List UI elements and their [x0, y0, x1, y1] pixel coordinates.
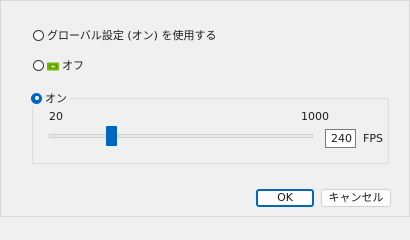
off-radio[interactable]: [33, 59, 44, 71]
frame-rate-slider-thumb[interactable]: [106, 126, 117, 146]
slider-min-label: 20: [49, 110, 63, 123]
ok-button[interactable]: OK: [256, 189, 314, 207]
on-label: オン: [45, 92, 67, 105]
fps-input[interactable]: 240: [325, 129, 356, 148]
off-option[interactable]: オフ: [33, 57, 84, 73]
cancel-button[interactable]: キャンセル: [321, 189, 391, 207]
frame-rate-dialog: グローバル設定 (オン) を使用する オフ オン 20 1000 240 FPS…: [0, 0, 410, 217]
global-setting-option[interactable]: グローバル設定 (オン) を使用する: [33, 27, 216, 43]
frame-rate-slider-track[interactable]: [49, 134, 313, 138]
global-setting-radio[interactable]: [33, 29, 44, 41]
off-label: オフ: [62, 59, 84, 72]
global-setting-label: グローバル設定 (オン) を使用する: [47, 29, 217, 42]
fps-unit-label: FPS: [363, 132, 383, 145]
on-radio[interactable]: [31, 92, 42, 104]
on-option[interactable]: オン: [31, 90, 70, 106]
gpu-card-icon: [47, 61, 59, 70]
slider-max-label: 1000: [301, 110, 329, 123]
